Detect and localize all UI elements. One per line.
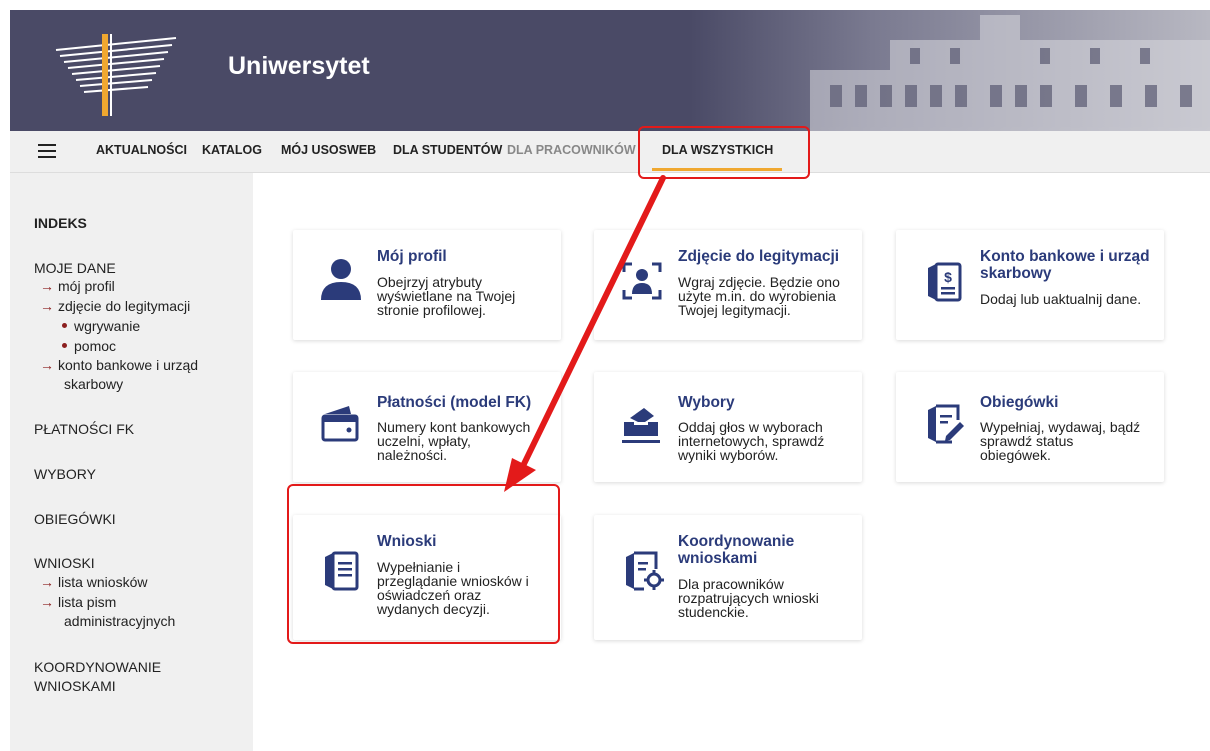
sidebar: INDEKS MOJE DANE → mój profil → zdjęcie do… [10, 173, 253, 751]
card-desc-line: wyniki wyborów. [678, 447, 779, 463]
left-margin [0, 0, 10, 751]
sidebar-item-lista-wnioskow[interactable]: → lista wniosków [40, 574, 147, 590]
card-desc-line: wyświetlane na Twojej [377, 288, 516, 304]
card-title-line: wnioskami [678, 550, 758, 567]
sidebar-item-pomoc[interactable]: pomoc [62, 338, 116, 354]
sidebar-wybory[interactable]: WYBORY [34, 466, 96, 482]
card-desc-line: Wgraj zdjęcie. Będzie ono [678, 274, 840, 290]
id-photo-icon [622, 262, 662, 300]
top-nav: AKTUALNOŚCI KATALOG MÓJ USOSWEB DLA STUD… [10, 131, 1210, 173]
card-title-line: Konto bankowe i urząd [980, 248, 1150, 265]
card-koordynowanie[interactable]: Koordynowanie wnioskami Dla pracowników … [594, 515, 862, 640]
document-gear-icon [626, 551, 664, 591]
sidebar-moje-dane[interactable]: MOJE DANE [34, 260, 116, 276]
card-title: Płatności (model FK) [377, 394, 532, 411]
sidebar-koord[interactable]: KOORDYNOWANIE [34, 659, 161, 675]
card-desc-line: Obejrzyj atrybuty [377, 274, 483, 290]
card-title: Zdjęcie do legitymacji [678, 248, 840, 265]
card-konto-bankowe[interactable]: $ Konto bankowe i urząd skarbowy Dodaj l… [896, 230, 1164, 340]
sidebar-item-moj-profil[interactable]: → mój profil [40, 278, 115, 294]
bullet-icon [62, 342, 67, 348]
nav-dla-pracownikow[interactable]: DLA PRACOWNIKÓW [507, 143, 636, 157]
arrow-right-icon: → [40, 357, 54, 373]
annotation-highlight-card [287, 484, 560, 644]
card-desc-line: Twojej legitymacji. [678, 302, 791, 318]
sidebar-platnosci[interactable]: PŁATNOŚCI FK [34, 421, 134, 437]
sidebar-item-lista-pism[interactable]: → lista pism [40, 594, 116, 610]
card-moj-profil[interactable]: Mój profil Obejrzyj atrybuty wyświetlane… [293, 230, 561, 340]
nav-dla-studentow[interactable]: DLA STUDENTÓW [393, 143, 502, 157]
university-logo[interactable] [46, 20, 186, 124]
hamburger-menu-icon[interactable] [38, 144, 56, 158]
card-desc-line: należności. [377, 447, 448, 463]
form-edit-icon [928, 404, 964, 444]
card-desc-line: Wypełniaj, wydawaj, bądź [980, 419, 1141, 435]
sidebar-obiegowki[interactable]: OBIEGÓWKI [34, 511, 116, 527]
arrow-right-icon: → [40, 594, 54, 610]
arrow-right-icon: → [40, 298, 54, 314]
card-wybory[interactable]: Wybory Oddaj głos w wyborach internetowy… [594, 372, 862, 482]
card-desc-line: uczelni, wpłaty, [377, 433, 471, 449]
bullet-icon [62, 322, 67, 328]
sidebar-item-label: pomoc [74, 338, 117, 354]
card-desc-line: Dla pracowników [678, 576, 784, 592]
arrow-right-icon: → [40, 574, 54, 590]
sidebar-item-zdjecie[interactable]: → zdjęcie do legitymacji [40, 298, 190, 314]
user-icon [321, 259, 361, 300]
card-desc-line: rozpatrujących wnioski [678, 590, 819, 606]
card-title-line: Koordynowanie [678, 533, 795, 550]
card-desc-line: Oddaj głos w wyborach [678, 419, 823, 435]
header-banner: Uniwersytet [10, 10, 1210, 131]
card-desc-line: internetowych, sprawdź [678, 433, 825, 449]
nav-katalog[interactable]: KATALOG [202, 143, 262, 157]
sidebar-item-label: wgrywanie [74, 318, 141, 334]
sidebar-item-label: zdjęcie do legitymacji [58, 298, 191, 314]
app-window: Uniwersytet AKTUALNOŚCI KATALOG MÓJ USOS… [0, 0, 1210, 751]
sidebar-item-label: mój profil [58, 278, 115, 294]
nav-aktualnosci[interactable]: AKTUALNOŚCI [96, 143, 187, 157]
sidebar-item-label: lista wniosków [58, 574, 148, 590]
card-obiegowki[interactable]: Obiegówki Wypełniaj, wydawaj, bądź spraw… [896, 372, 1164, 482]
arrow-right-icon: → [40, 278, 54, 294]
ballot-box-icon [622, 408, 660, 443]
card-title: Wybory [678, 394, 735, 411]
card-desc-line: Dodaj lub uaktualnij dane. [980, 291, 1142, 307]
nav-moj-usosweb[interactable]: MÓJ USOSWEB [281, 143, 376, 157]
wallet-icon [321, 406, 359, 442]
university-building-image [810, 15, 1210, 131]
card-title-line: skarbowy [980, 265, 1052, 282]
sidebar-koord-cont[interactable]: WNIOSKAMI [34, 678, 116, 694]
svg-text:$: $ [944, 269, 952, 285]
card-desc-line: Numery kont bankowych [377, 419, 531, 435]
sidebar-item-konto-cont[interactable]: skarbowy [64, 376, 123, 392]
sidebar-item-wgrywanie[interactable]: wgrywanie [62, 318, 140, 334]
card-desc-line: sprawdź status [980, 433, 1074, 449]
card-title: Obiegówki [980, 394, 1059, 411]
card-desc-line: użyte m.in. do wyrobienia [678, 288, 836, 304]
card-zdjecie[interactable]: Zdjęcie do legitymacji Wgraj zdjęcie. Bę… [594, 230, 862, 340]
sidebar-indeks[interactable]: INDEKS [34, 215, 87, 231]
annotation-highlight-nav [638, 126, 810, 179]
app-title: Uniwersytet [228, 52, 370, 80]
card-desc-line: obiegówek. [980, 447, 1051, 463]
sidebar-item-label: konto bankowe i urząd [58, 357, 199, 373]
bank-document-icon: $ [928, 262, 962, 302]
card-desc-line: stronie profilowej. [377, 302, 486, 318]
sidebar-item-label: lista pism [58, 594, 117, 610]
sidebar-item-konto[interactable]: → konto bankowe i urząd [40, 357, 198, 373]
card-title: Mój profil [377, 248, 447, 265]
sidebar-wnioski[interactable]: WNIOSKI [34, 555, 95, 571]
sidebar-item-lista-pism-cont[interactable]: administracyjnych [64, 613, 175, 629]
card-platnosci[interactable]: Płatności (model FK) Numery kont bankowy… [293, 372, 561, 482]
card-desc-line: studenckie. [678, 604, 749, 620]
